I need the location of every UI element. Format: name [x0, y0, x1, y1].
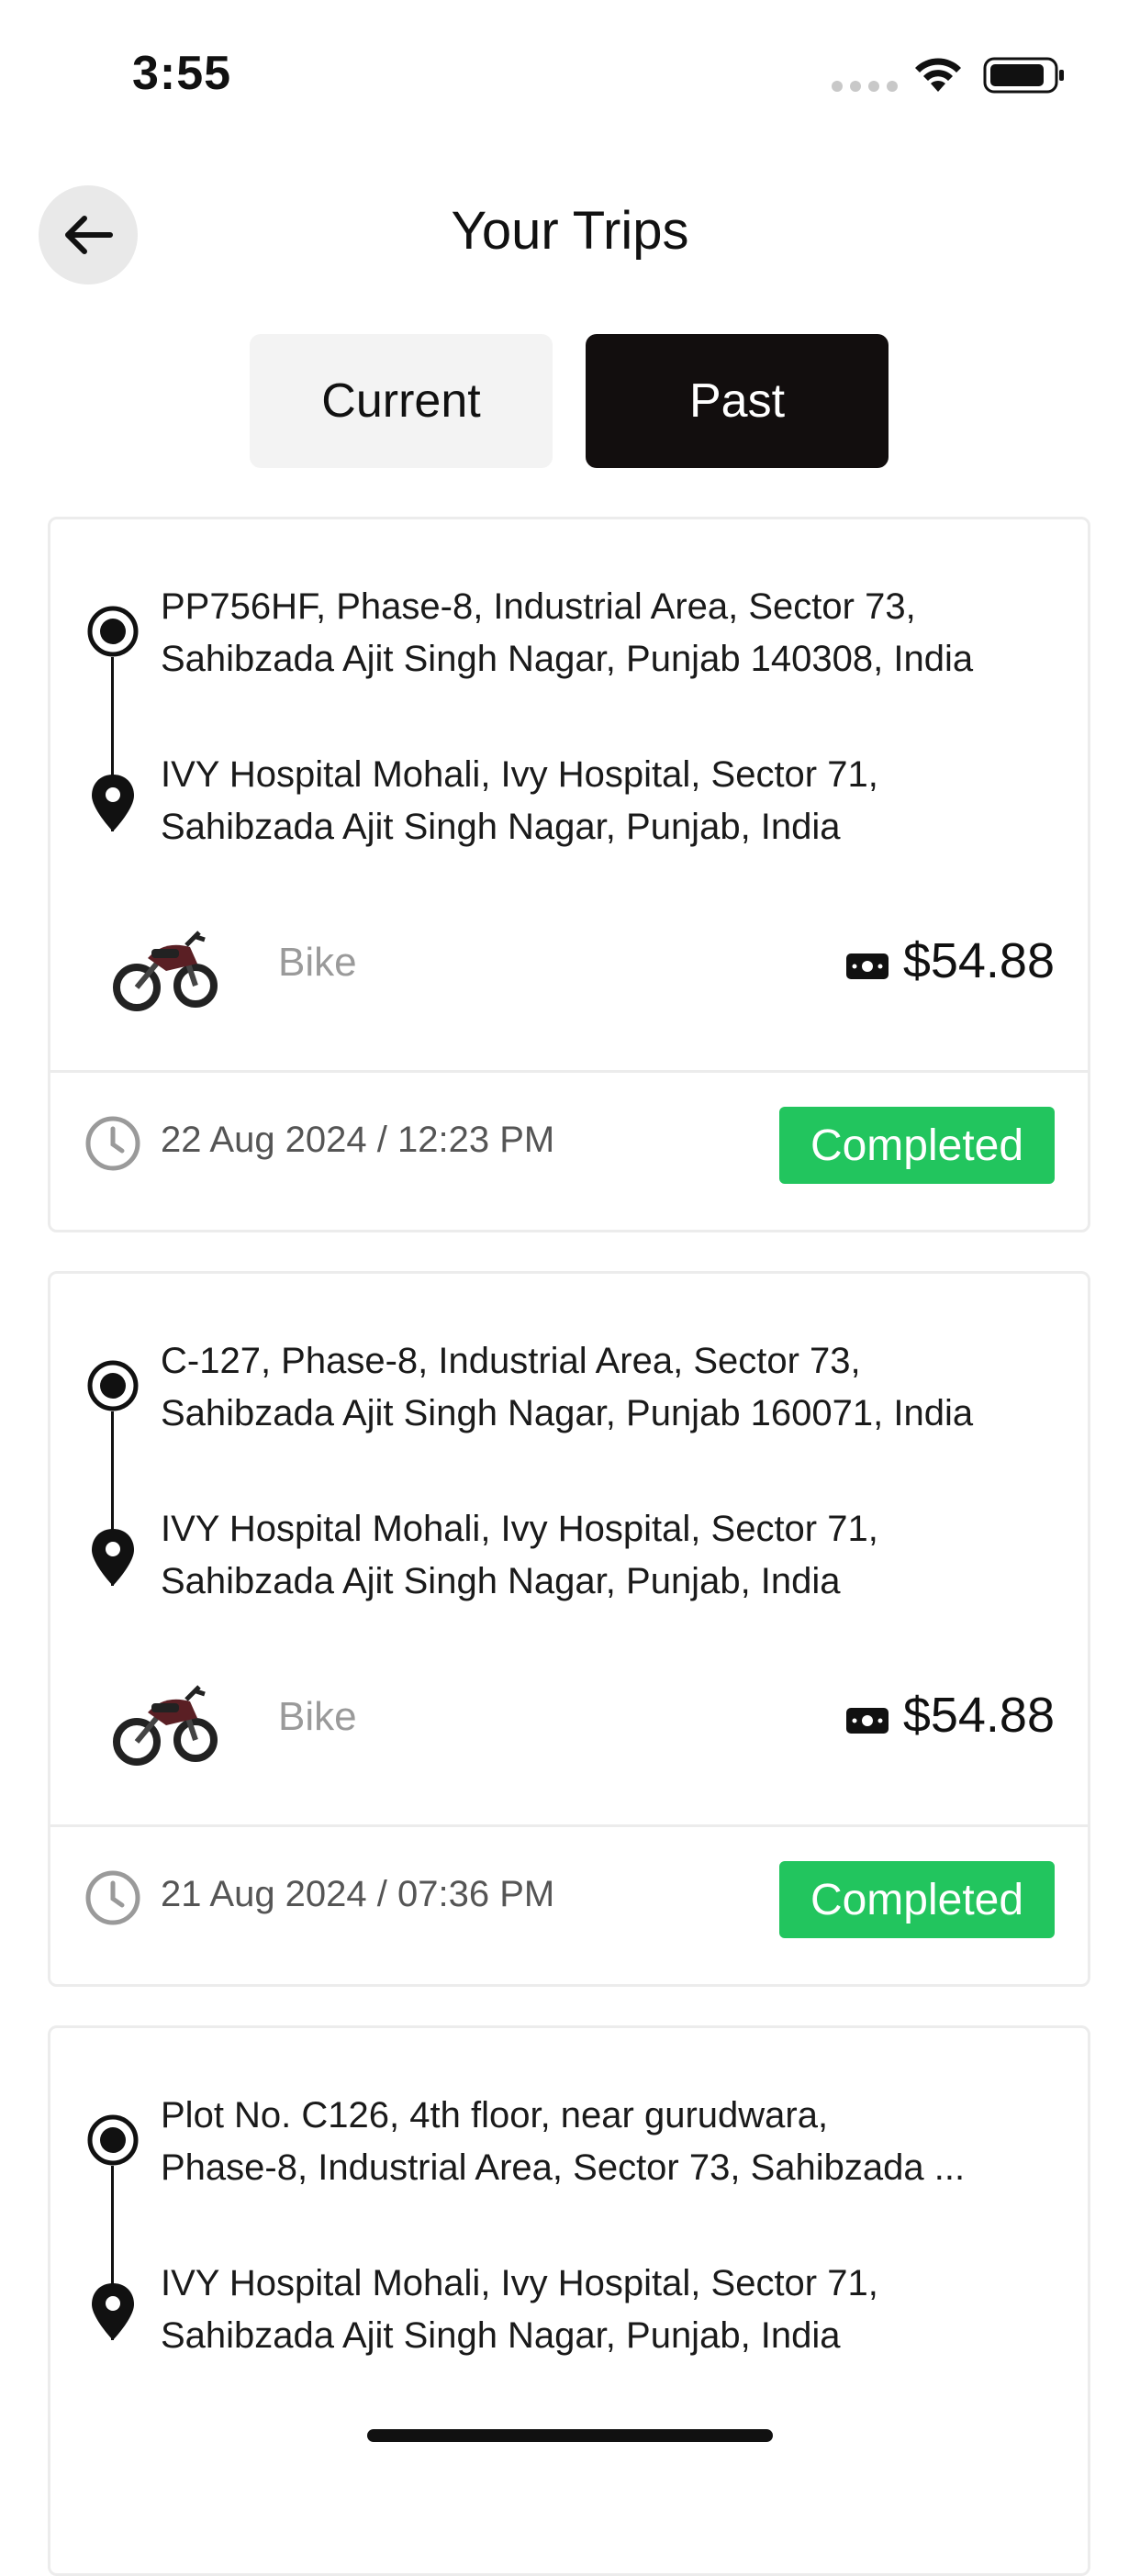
- motorbike-image: [113, 1685, 218, 1766]
- vehicle-type: Bike: [278, 940, 357, 985]
- vehicle-type: Bike: [278, 1694, 357, 1739]
- status-time: 3:55: [132, 47, 232, 100]
- status-badge: Completed: [779, 1861, 1055, 1938]
- destination-pin-icon: [92, 1529, 134, 1586]
- trip-card[interactable]: PP756HF, Phase-8, Industrial Area, Secto…: [48, 517, 1090, 1232]
- tab-current[interactable]: Current: [250, 334, 553, 468]
- status-bar: 3:55: [0, 0, 1140, 147]
- origin-pin-icon: [87, 606, 139, 657]
- trip-fare: $54.88: [902, 933, 1055, 988]
- trip-datetime: 22 Aug 2024 / 12:23 PM: [161, 1120, 555, 1160]
- page-title: Your Trips: [451, 201, 689, 261]
- cash-icon: [846, 1708, 889, 1734]
- destination-pin-icon: [92, 775, 134, 831]
- trip-card[interactable]: C-127, Phase-8, Industrial Area, Sector …: [48, 1271, 1090, 1987]
- dropoff-address: IVY Hospital Mohali, Ivy Hospital, Secto…: [161, 1509, 878, 1601]
- origin-pin-icon: [87, 1360, 139, 1411]
- origin-pin-icon: [87, 2114, 139, 2166]
- trip-card[interactable]: Plot No. C126, 4th floor, near gurudwara…: [48, 2025, 1090, 2576]
- clock-icon: [85, 1116, 140, 1171]
- divider: [50, 1824, 1088, 1827]
- battery-icon: [983, 57, 1064, 94]
- dropoff-address: IVY Hospital Mohali, Ivy Hospital, Secto…: [161, 2263, 878, 2356]
- pickup-address: Plot No. C126, 4th floor, near gurudwara…: [161, 2095, 966, 2188]
- divider: [50, 1070, 1088, 1073]
- home-indicator[interactable]: [367, 2429, 773, 2442]
- pickup-address: C-127, Phase-8, Industrial Area, Sector …: [161, 1341, 974, 1433]
- dropoff-address: IVY Hospital Mohali, Ivy Hospital, Secto…: [161, 754, 878, 847]
- clock-icon: [85, 1870, 140, 1925]
- trip-datetime: 21 Aug 2024 / 07:36 PM: [161, 1874, 555, 1914]
- destination-pin-icon: [92, 2283, 134, 2340]
- status-badge: Completed: [779, 1107, 1055, 1184]
- cash-icon: [846, 953, 889, 979]
- motorbike-image: [113, 931, 218, 1011]
- trip-fare: $54.88: [902, 1688, 1055, 1743]
- tab-past[interactable]: Past: [586, 334, 889, 468]
- wifi-icon: [915, 58, 961, 92]
- cellular-signal-icon: [832, 81, 898, 92]
- pickup-address: PP756HF, Phase-8, Industrial Area, Secto…: [161, 586, 974, 679]
